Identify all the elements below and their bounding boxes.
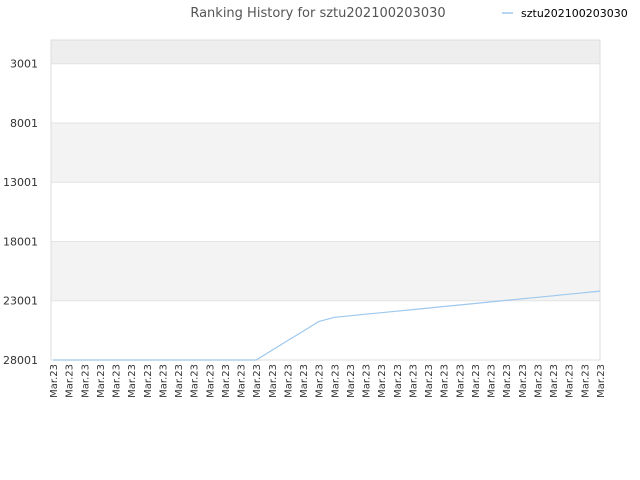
x-tick-label: Mar.23 — [455, 364, 466, 398]
x-tick-label: Mar.23 — [565, 364, 576, 398]
x-tick-label: Mar.23 — [502, 364, 513, 398]
plot-band — [51, 63, 600, 123]
x-tick-label: Mar.23 — [580, 364, 591, 398]
x-tick-label: Mar.23 — [549, 364, 560, 398]
x-axis-ticks: Mar.23 Mar.23 Mar.23 Mar.23 Mar.23 Mar.23 Mar.… — [49, 364, 607, 398]
y-tick-label: 23001 — [3, 295, 38, 308]
x-tick-label: Mar.23 — [205, 364, 216, 398]
x-tick-label: Mar.23 — [96, 364, 107, 398]
chart-title: Ranking History for sztu202100203030 — [190, 6, 445, 21]
x-tick-label: Mar.23 — [49, 364, 60, 398]
x-tick-label: Mar.23 — [268, 364, 279, 398]
x-tick-label: Mar.23 — [393, 364, 404, 398]
legend[interactable]: sztu202100203030 — [502, 7, 628, 20]
x-tick-label: Mar.23 — [533, 364, 544, 398]
plot-band — [51, 40, 600, 64]
ranking-chart: Ranking History for sztu202100203030 szt… — [3, 6, 628, 398]
x-tick-label: Mar.23 — [252, 364, 263, 398]
x-tick-label: Mar.23 — [424, 364, 435, 398]
x-tick-label: Mar.23 — [174, 364, 185, 398]
x-tick-label: Mar.23 — [408, 364, 419, 398]
plot-band — [51, 300, 600, 360]
x-tick-label: Mar.23 — [112, 364, 123, 398]
x-tick-label: Mar.23 — [80, 364, 91, 398]
x-tick-label: Mar.23 — [143, 364, 154, 398]
legend-label: sztu202100203030 — [521, 7, 628, 20]
x-tick-label: Mar.23 — [518, 364, 529, 398]
plot-band — [51, 122, 600, 183]
x-tick-label: Mar.23 — [299, 364, 310, 398]
x-tick-label: Mar.23 — [315, 364, 326, 398]
x-tick-label: Mar.23 — [471, 364, 482, 398]
x-tick-label: Mar.23 — [65, 364, 76, 398]
x-tick-label: Mar.23 — [127, 364, 138, 398]
x-tick-label: Mar.23 — [377, 364, 388, 398]
y-tick-label: 18001 — [3, 235, 38, 248]
x-tick-label: Mar.23 — [283, 364, 294, 398]
x-tick-label: Mar.23 — [237, 364, 248, 398]
x-tick-label: Mar.23 — [487, 364, 498, 398]
x-tick-label: Mar.23 — [190, 364, 201, 398]
y-tick-label: 8001 — [10, 117, 38, 130]
x-tick-label: Mar.23 — [330, 364, 341, 398]
x-tick-label: Mar.23 — [346, 364, 357, 398]
plot-bands — [51, 40, 600, 360]
x-tick-label: Mar.23 — [362, 364, 373, 398]
plot-band — [51, 182, 600, 242]
y-tick-label: 28001 — [3, 354, 38, 367]
x-tick-label: Mar.23 — [158, 364, 169, 398]
plot-band — [51, 241, 600, 301]
y-axis-ticks: 3001 8001 13001 18001 23001 28001 — [3, 58, 38, 367]
y-tick-label: 13001 — [3, 176, 38, 189]
x-tick-label: Mar.23 — [221, 364, 232, 398]
y-tick-label: 3001 — [10, 58, 38, 71]
x-tick-label: Mar.23 — [596, 364, 607, 398]
x-tick-label: Mar.23 — [440, 364, 451, 398]
